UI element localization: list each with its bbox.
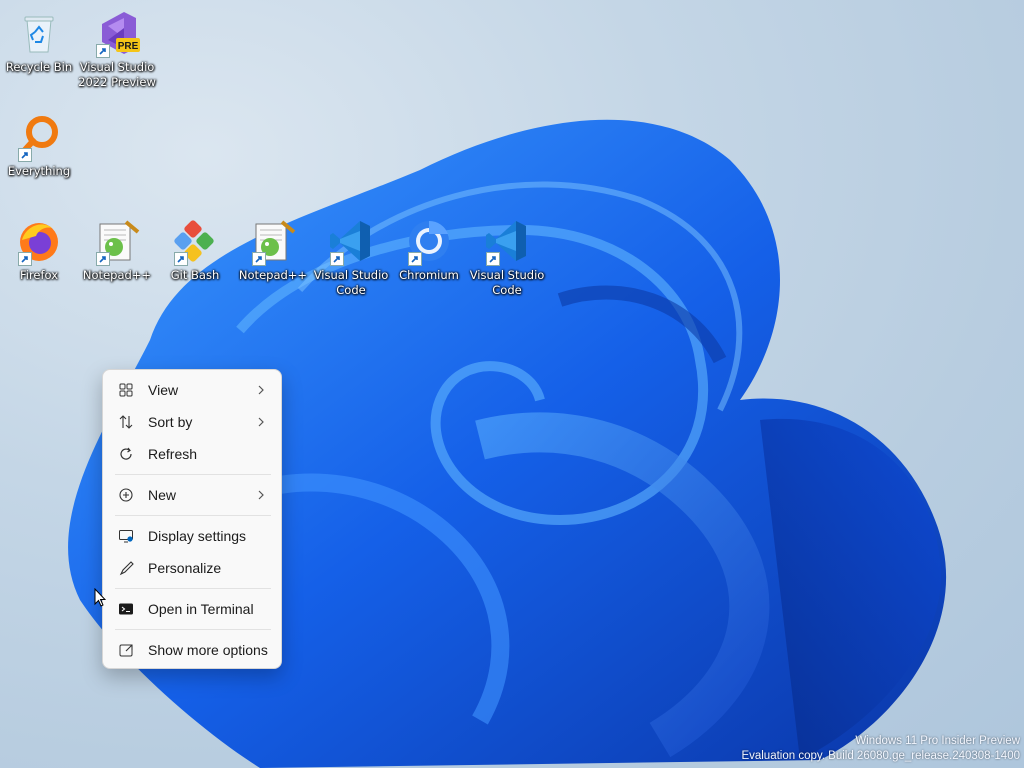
desktop-icon-visual-studio-preview[interactable]: PRE Visual Studio 2022 Preview [78,10,156,90]
mouse-pointer-icon [94,588,106,607]
watermark-edition: Windows 11 Pro Insider Preview [855,735,1020,747]
menu-item-label: Refresh [148,446,198,462]
desktop-icon-recycle-bin[interactable]: Recycle Bin [0,10,78,75]
sort-icon [117,413,135,431]
refresh-icon [117,445,135,463]
shortcut-arrow-icon [18,148,32,162]
menu-item-new[interactable]: New [107,480,277,510]
menu-item-view[interactable]: View [107,375,277,405]
desktop-icon-label: Recycle Bin [5,60,73,74]
menu-item-label: View [148,382,179,398]
shortcut-arrow-icon [330,252,344,266]
desktop-icon-label: Everything [7,164,71,178]
desktop-icon-chromium[interactable]: Chromium [390,218,468,283]
shortcut-arrow-icon [174,252,188,266]
desktop-icon-label: Notepad++ [238,268,308,282]
desktop-icon-label: Git Bash [170,268,220,282]
desktop-icon-firefox[interactable]: Firefox [0,218,78,283]
menu-item-open-in-terminal[interactable]: Open in Terminal [107,594,277,624]
view-grid-icon [117,381,135,399]
desktop-icon-label: Visual Studio Code [469,268,545,297]
desktop-icon-vscode[interactable]: Visual Studio Code [312,218,390,298]
desktop-icon-notepad-plus-plus[interactable]: Notepad++ [78,218,156,283]
desktop-icon-label: Visual Studio 2022 Preview [78,60,156,89]
shortcut-arrow-icon [408,252,422,266]
desktop-icon-git-bash[interactable]: Git Bash [156,218,234,283]
visual-studio-preview-icon: PRE [94,10,140,58]
display-settings-icon [117,527,135,545]
desktop-icon-label: Visual Studio Code [313,268,389,297]
watermark-build: Evaluation copy. Build 26080.ge_release.… [741,750,1020,762]
personalize-brush-icon [117,559,135,577]
menu-item-label: Display settings [148,528,247,544]
new-plus-icon [117,486,135,504]
firefox-icon [16,218,62,266]
menu-item-label: Sort by [148,414,193,430]
desktop-icon-label: Firefox [19,268,59,282]
desktop-icon-label: Notepad++ [82,268,152,282]
show-more-options-icon [117,641,135,659]
menu-separator [115,474,271,475]
chevron-right-icon [258,385,264,395]
shortcut-arrow-icon [96,252,110,266]
git-bash-icon [172,218,218,266]
desktop-context-menu: View Sort by Refresh New Display setting… [102,369,282,669]
shortcut-arrow-icon [96,44,110,58]
os-watermark: Windows 11 Pro Insider Preview Evaluatio… [741,734,1020,764]
pre-badge: PRE [118,41,139,52]
shortcut-arrow-icon [486,252,500,266]
terminal-icon [117,600,135,618]
menu-item-label: Personalize [148,560,222,576]
notepad-plus-plus-icon [250,218,296,266]
vscode-icon [328,218,374,266]
menu-separator [115,629,271,630]
chromium-icon [406,218,452,266]
desktop-icon-everything[interactable]: Everything [0,114,78,179]
menu-item-label: New [148,487,177,503]
menu-item-sort-by[interactable]: Sort by [107,407,277,437]
menu-separator [115,588,271,589]
recycle-bin-icon [16,10,62,56]
shortcut-arrow-icon [252,252,266,266]
menu-item-show-more-options[interactable]: Show more options [107,635,277,665]
desktop-icon-vscode-2[interactable]: Visual Studio Code [468,218,546,298]
menu-item-personalize[interactable]: Personalize [107,553,277,583]
menu-separator [115,515,271,516]
notepad-plus-plus-icon [94,218,140,266]
menu-item-label: Show more options [148,642,268,658]
menu-item-refresh[interactable]: Refresh [107,439,277,469]
shortcut-arrow-icon [18,252,32,266]
vscode-icon [484,218,530,266]
everything-search-icon [16,114,62,162]
desktop-icon-notepad-plus-plus-2[interactable]: Notepad++ [234,218,312,283]
chevron-right-icon [258,417,264,427]
menu-item-display-settings[interactable]: Display settings [107,521,277,551]
desktop-icon-label: Chromium [399,268,459,282]
chevron-right-icon [258,490,264,500]
menu-item-label: Open in Terminal [148,601,254,617]
